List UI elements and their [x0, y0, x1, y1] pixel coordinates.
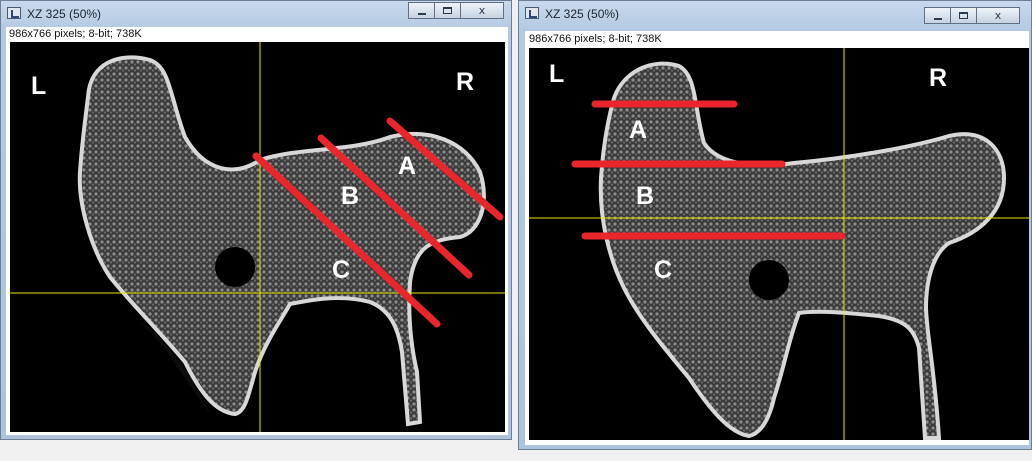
label-right: R — [456, 68, 475, 96]
image-panel: 986x766 pixels; 8-bit; 738K L R A B C — [525, 31, 1029, 445]
maximize-icon — [959, 12, 968, 19]
title-bar[interactable]: XZ 325 (50%) x — [519, 1, 1031, 27]
image-canvas[interactable]: L R A B C — [529, 48, 1029, 440]
close-button[interactable]: x — [460, 2, 504, 19]
image-info: 986x766 pixels; 8-bit; 738K — [529, 33, 662, 45]
image-canvas[interactable]: L R A B C — [10, 42, 505, 432]
imagej-window-icon — [7, 7, 21, 19]
maximize-icon — [443, 7, 452, 14]
title-bar[interactable]: XZ 325 (50%) x — [1, 1, 511, 27]
minimize-icon — [934, 18, 942, 20]
minimize-button[interactable] — [924, 7, 951, 24]
bone-cross-section — [529, 48, 1029, 440]
image-window-left[interactable]: XZ 325 (50%) x 986x766 pixels; 8-bit; 73… — [0, 0, 512, 440]
bone-cross-section — [10, 42, 505, 432]
image-window-right[interactable]: XZ 325 (50%) x 986x766 pixels; 8-bit; 73… — [518, 0, 1032, 450]
label-left: L — [549, 60, 565, 88]
imagej-window-icon — [525, 7, 539, 19]
maximize-button[interactable] — [950, 7, 977, 24]
minimize-icon — [418, 13, 426, 15]
label-b: B — [341, 182, 360, 210]
maximize-button[interactable] — [434, 2, 461, 19]
window-title: XZ 325 (50%) — [27, 7, 102, 21]
label-c: C — [332, 256, 351, 284]
marrow-cavity — [749, 260, 789, 300]
label-right: R — [929, 64, 948, 92]
window-controls: x — [408, 2, 504, 20]
close-button[interactable]: x — [976, 7, 1020, 24]
image-panel: 986x766 pixels; 8-bit; 738K L R A B C — [6, 27, 508, 435]
label-left: L — [31, 72, 47, 100]
window-controls: x — [924, 7, 1020, 25]
label-a: A — [398, 152, 417, 180]
minimize-button[interactable] — [408, 2, 435, 19]
image-info: 986x766 pixels; 8-bit; 738K — [9, 28, 142, 40]
bone-shape — [598, 61, 1007, 440]
label-b: B — [636, 182, 655, 210]
close-icon: x — [994, 9, 1002, 22]
label-a: A — [629, 116, 648, 144]
close-icon: x — [478, 4, 486, 17]
window-title: XZ 325 (50%) — [545, 7, 620, 21]
marrow-cavity — [215, 247, 255, 287]
bone-shape — [77, 55, 486, 427]
label-c: C — [654, 256, 673, 284]
